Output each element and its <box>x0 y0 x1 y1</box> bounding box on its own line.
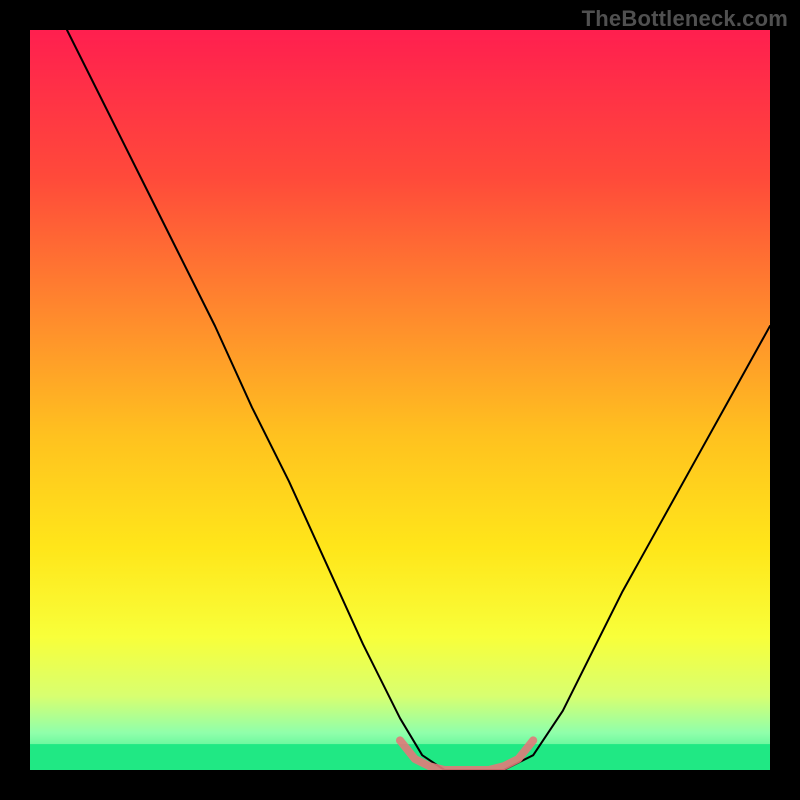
watermark-text: TheBottleneck.com <box>582 6 788 32</box>
green-band <box>30 744 770 770</box>
chart-svg <box>30 30 770 770</box>
gradient-background <box>30 30 770 770</box>
chart-frame: TheBottleneck.com <box>0 0 800 800</box>
plot-area <box>30 30 770 770</box>
